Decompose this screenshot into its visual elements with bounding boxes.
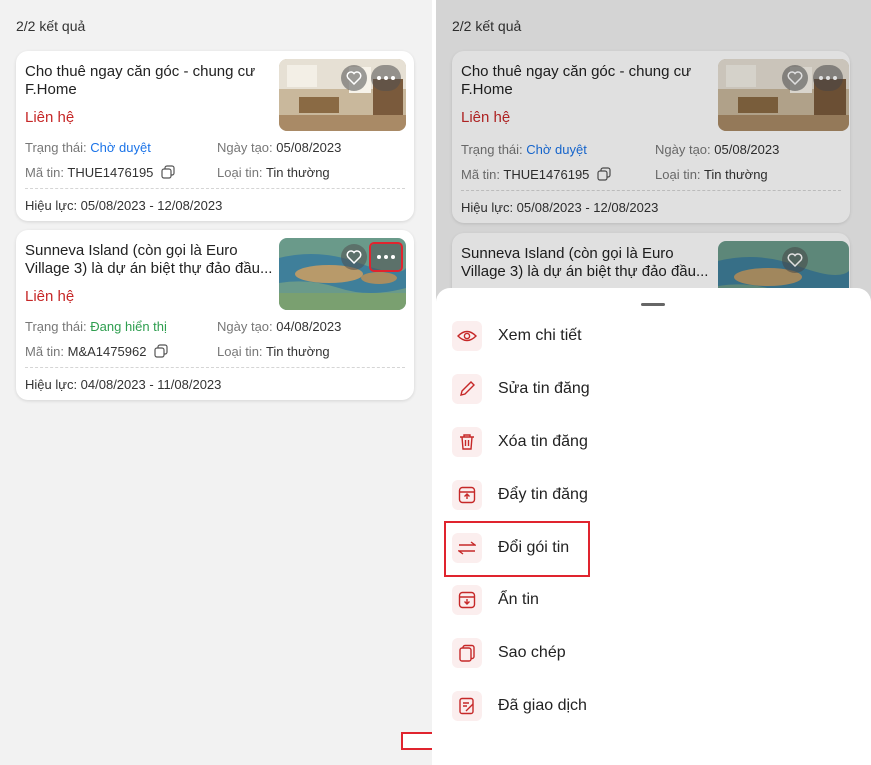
menu-change-package[interactable]: Đổi gói tin <box>444 521 812 577</box>
created-date: Ngày tạo: 04/08/2023 <box>217 319 342 334</box>
listing-code: Mã tin: M&A1475962 <box>25 344 168 359</box>
hide-download-icon <box>452 585 482 615</box>
more-options-button[interactable] <box>371 65 401 91</box>
menu-hide-listing[interactable]: Ẩn tin <box>452 579 812 621</box>
menu-copy-listing[interactable]: Sao chép <box>452 632 812 674</box>
done-document-icon <box>452 691 482 721</box>
listing-type: Loại tin: Tin thường <box>217 165 330 180</box>
swap-icon <box>452 533 482 563</box>
contact-link[interactable]: Liên hệ <box>25 109 74 126</box>
listing-type: Loại tin: Tin thường <box>217 344 330 359</box>
menu-mark-traded[interactable]: Đã giao dịch <box>452 685 812 727</box>
menu-delete-listing[interactable]: Xóa tin đăng <box>452 421 812 463</box>
menu-edit-listing[interactable]: Sửa tin đăng <box>452 368 812 410</box>
eye-icon <box>452 321 482 351</box>
status-badge: Chờ duyệt <box>90 140 151 155</box>
results-count: 2/2 kết quả <box>16 18 86 34</box>
sheet-handle[interactable] <box>641 303 665 306</box>
menu-view-details[interactable]: Xem chi tiết <box>452 315 812 357</box>
favorite-button[interactable] <box>341 244 367 270</box>
heart-icon <box>346 250 362 264</box>
divider <box>25 188 405 189</box>
validity-period: Hiệu lực: 05/08/2023 - 12/08/2023 <box>25 198 223 213</box>
listing-card[interactable]: Cho thuê ngay căn góc - chung cư F.Home … <box>16 51 414 221</box>
listing-card[interactable]: Sunneva Island (còn gọi là Euro Village … <box>16 230 414 400</box>
copy-icon <box>452 638 482 668</box>
listing-title[interactable]: Cho thuê ngay căn góc - chung cư F.Home <box>25 63 275 99</box>
menu-push-listing[interactable]: Đẩy tin đăng <box>452 474 812 516</box>
created-date: Ngày tạo: 05/08/2023 <box>217 140 342 155</box>
action-bottom-sheet: Xem chi tiết Sửa tin đăng Xóa tin đăng Đ… <box>436 288 871 765</box>
listing-thumbnail[interactable] <box>279 238 406 310</box>
listing-thumbnail[interactable] <box>279 59 406 131</box>
favorite-button[interactable] <box>341 65 367 91</box>
pencil-icon <box>452 374 482 404</box>
copy-icon[interactable] <box>161 165 175 179</box>
right-arrow-icon <box>401 732 432 750</box>
listing-screen-with-menu: 2/2 kết quả Cho thuê ngay căn góc - chun… <box>436 0 871 765</box>
listing-code: Mã tin: THUE1476195 <box>25 165 175 180</box>
push-up-icon <box>452 480 482 510</box>
status-badge: Đang hiển thị <box>90 319 167 334</box>
contact-link[interactable]: Liên hệ <box>25 288 74 305</box>
listing-screen: 2/2 kết quả Cho thuê ngay căn góc - chun… <box>0 0 432 765</box>
status-row: Trạng thái: Đang hiển thị <box>25 319 167 334</box>
trash-icon <box>452 427 482 457</box>
validity-period: Hiệu lực: 04/08/2023 - 11/08/2023 <box>25 377 222 392</box>
divider <box>25 367 405 368</box>
heart-icon <box>346 71 362 85</box>
more-options-button[interactable] <box>369 242 403 272</box>
listing-title[interactable]: Sunneva Island (còn gọi là Euro Village … <box>25 242 275 278</box>
copy-icon[interactable] <box>154 344 168 358</box>
status-row: Trạng thái: Chờ duyệt <box>25 140 151 155</box>
